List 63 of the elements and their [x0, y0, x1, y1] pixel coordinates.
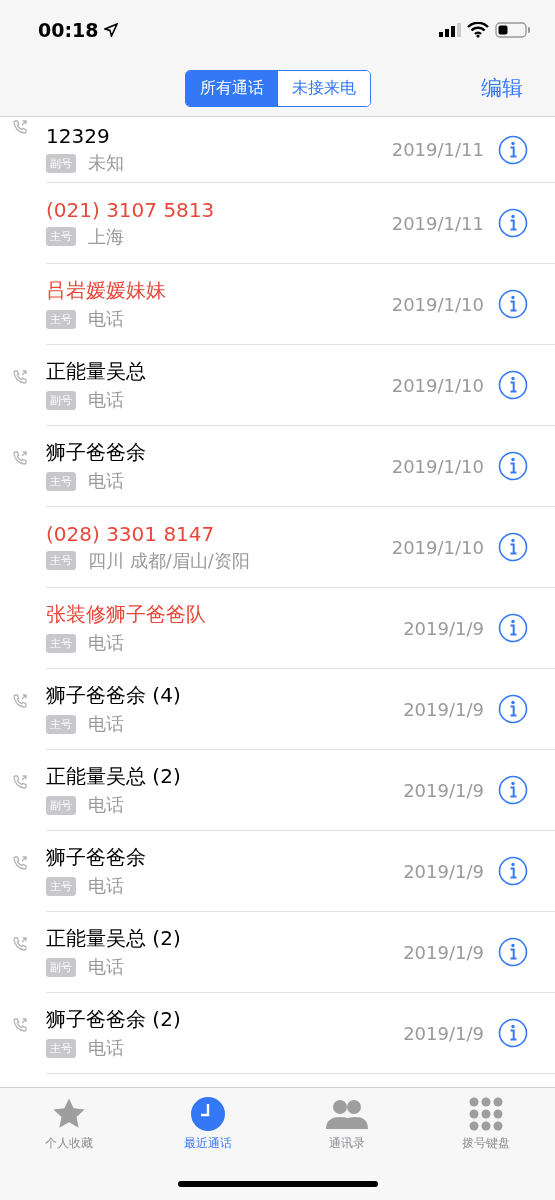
- people-icon: [323, 1097, 370, 1131]
- info-icon[interactable]: [498, 694, 528, 724]
- call-date: 2019/1/9: [403, 941, 484, 963]
- call-label: 四川 成都/眉山/资阳: [88, 548, 250, 573]
- call-label: 电话: [88, 712, 124, 736]
- info-icon[interactable]: [498, 208, 528, 238]
- wifi-icon: [467, 22, 489, 38]
- call-date: 2019/1/11: [391, 139, 484, 160]
- call-label: 电话: [88, 1036, 124, 1060]
- call-date: 2019/1/9: [403, 860, 484, 882]
- location-arrow-icon: [104, 23, 119, 37]
- info-icon[interactable]: [498, 1018, 528, 1048]
- segment-tab[interactable]: 未接来电: [277, 70, 370, 106]
- call-date: 2019/1/10: [391, 536, 484, 558]
- call-date: 2019/1/9: [403, 779, 484, 801]
- info-icon[interactable]: [498, 134, 528, 165]
- info-icon[interactable]: [498, 289, 528, 319]
- battery-icon: [495, 22, 531, 38]
- caller-name: 12329: [46, 124, 111, 148]
- tab-bar-item[interactable]: 通讯录: [286, 1096, 407, 1153]
- caller-name: 正能量吴总: [46, 358, 147, 385]
- status-time: 00:18: [38, 19, 99, 41]
- info-icon[interactable]: [498, 775, 528, 805]
- info-icon[interactable]: [498, 532, 528, 562]
- call-label: 电话: [88, 388, 124, 412]
- call-label: 电话: [88, 469, 124, 493]
- call-date: 2019/1/10: [391, 293, 484, 315]
- info-icon[interactable]: [498, 856, 528, 886]
- caller-name: 吕岩媛媛妹妹: [46, 277, 167, 304]
- caller-name: 狮子爸爸余: [46, 844, 147, 871]
- call-date: 2019/1/10: [391, 455, 484, 477]
- info-icon[interactable]: [498, 370, 528, 400]
- tab-bar-item[interactable]: 个人收藏: [9, 1096, 130, 1153]
- call-label: 电话: [88, 874, 124, 898]
- tab-bar-item[interactable]: 最近通话: [148, 1096, 269, 1153]
- call-label: 电话: [88, 955, 124, 979]
- call-date: 2019/1/10: [391, 374, 484, 396]
- tab-bar-item[interactable]: 拨号键盘: [425, 1096, 546, 1153]
- caller-name: 张装修狮子爸爸队: [46, 601, 207, 628]
- signal-icon: [439, 22, 461, 38]
- call-label: 电话: [88, 793, 124, 817]
- info-icon[interactable]: [498, 613, 528, 643]
- call-label: 电话: [88, 631, 124, 655]
- call-date: 2019/1/11: [391, 212, 484, 234]
- caller-name: 狮子爸爸余: [46, 439, 147, 466]
- segment-tab[interactable]: 所有通话: [185, 70, 278, 106]
- clock-icon: [191, 1097, 226, 1131]
- caller-name: 正能量吴总 (2): [46, 925, 182, 952]
- caller-name: (028) 3301 8147: [46, 521, 216, 546]
- info-icon[interactable]: [498, 451, 528, 481]
- info-icon[interactable]: [498, 937, 528, 967]
- edit-button[interactable]: 编辑: [475, 73, 529, 103]
- call-label: 电话: [88, 307, 124, 331]
- caller-name: 狮子爸爸余 (4): [46, 682, 182, 709]
- call-date: 2019/1/9: [403, 617, 484, 639]
- call-date: 2019/1/9: [403, 1022, 484, 1044]
- keypad-icon: [468, 1097, 503, 1131]
- caller-name: (021) 3107 5813: [46, 197, 216, 222]
- call-label: 上海: [88, 224, 124, 249]
- caller-name: 正能量吴总 (2): [46, 763, 182, 790]
- call-label: 未知: [88, 151, 124, 175]
- call-date: 2019/1/9: [403, 698, 484, 720]
- caller-name: 狮子爸爸余 (2): [46, 1006, 182, 1033]
